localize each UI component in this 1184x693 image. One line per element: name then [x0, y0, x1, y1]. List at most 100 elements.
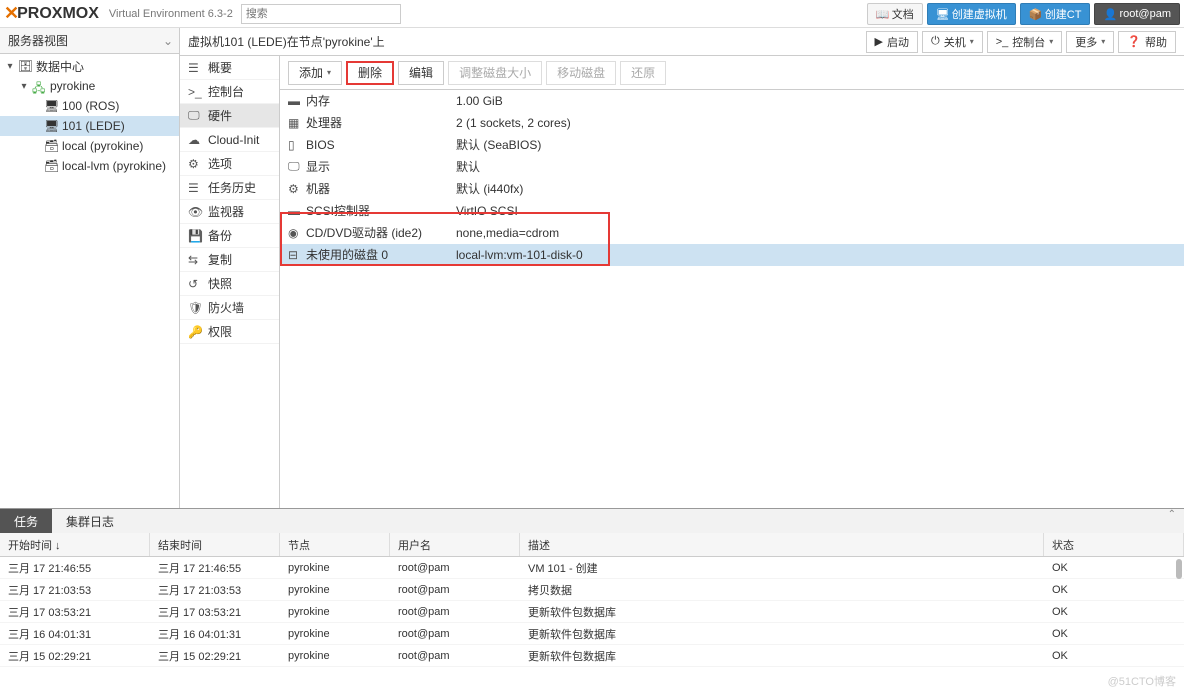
desktop-icon: 🖥 [936, 8, 948, 20]
hdd-icon: ⊟ [288, 248, 306, 262]
hw-row-memory[interactable]: ▬内存1.00 GiB [280, 90, 1184, 112]
log-row[interactable]: 三月 17 21:03:53三月 17 21:03:53pyrokineroot… [0, 579, 1184, 601]
vm-icon: 🖥 [44, 99, 58, 113]
tree-node-pyrokine[interactable]: ▾ 🖧 pyrokine [0, 76, 179, 96]
col-status[interactable]: 状态 [1044, 533, 1184, 556]
hw-row-unused-disk[interactable]: ⊟未使用的磁盘 0local-lvm:vm-101-disk-0 [280, 244, 1184, 266]
subtab-snapshots[interactable]: ↺快照 [180, 272, 279, 296]
logo-text: PROXMOX [17, 5, 99, 23]
chevron-down-icon: ▾ [327, 68, 331, 77]
log-row[interactable]: 三月 17 21:46:55三月 17 21:46:55pyrokineroot… [0, 557, 1184, 579]
shutdown-button[interactable]: ⏻关机▾ [922, 31, 983, 53]
search-input[interactable] [241, 4, 401, 24]
summary-icon: ☰ [188, 61, 202, 75]
hardware-toolbar: 添加▾ 删除 编辑 调整磁盘大小 移动磁盘 还原 [280, 56, 1184, 90]
doc-button[interactable]: 📖文档 [867, 3, 923, 25]
subtabs: ☰概要 >_控制台 🖵硬件 ☁Cloud-Init ⚙选项 ☰任务历史 👁监视器… [180, 56, 280, 508]
monitor-icon: 🖵 [188, 108, 202, 123]
create-ct-button[interactable]: 📦创建CT [1020, 3, 1091, 25]
create-vm-button[interactable]: 🖥创建虚拟机 [927, 3, 1016, 25]
eye-icon: 👁 [188, 205, 202, 219]
sidebar: 服务器视图 ⌄ ▾ 🗄 数据中心 ▾ 🖧 pyrokine 🖥 100 (ROS… [0, 28, 180, 508]
hardware-panel: 添加▾ 删除 编辑 调整磁盘大小 移动磁盘 还原 ▬内存1.00 GiB ▦处理… [280, 56, 1184, 508]
disc-icon: ◉ [288, 226, 306, 240]
hw-row-display[interactable]: 🖵显示默认 [280, 156, 1184, 178]
tree-vm-100[interactable]: 🖥 100 (ROS) [0, 96, 179, 116]
col-user[interactable]: 用户名 [390, 533, 520, 556]
log-row[interactable]: 三月 15 02:29:21三月 15 02:29:21pyrokineroot… [0, 645, 1184, 667]
chevron-down-icon: ⌄ [163, 34, 173, 48]
logo-icon: ✕ [4, 3, 17, 24]
hw-row-cdrom[interactable]: ◉CD/DVD驱动器 (ide2)none,media=cdrom [280, 222, 1184, 244]
tab-cluster-log[interactable]: 集群日志 [52, 509, 128, 533]
subtab-monitor[interactable]: 👁监视器 [180, 200, 279, 224]
content: 虚拟机101 (LEDE)在节点'pyrokine'上 ▶启动 ⏻关机▾ >_控… [180, 28, 1184, 508]
tree-vm-101[interactable]: 🖥 101 (LEDE) [0, 116, 179, 136]
hw-row-scsi[interactable]: ▬SCSI控制器VirtIO SCSI [280, 200, 1184, 222]
col-end[interactable]: 结束时间 [150, 533, 280, 556]
help-icon: ❓ [1127, 35, 1141, 48]
tree-datacenter[interactable]: ▾ 🗄 数据中心 [0, 56, 179, 76]
help-button[interactable]: ❓帮助 [1118, 31, 1176, 53]
resize-disk-button: 调整磁盘大小 [448, 61, 542, 85]
tree-storage-local[interactable]: 🗃 local (pyrokine) [0, 136, 179, 156]
subtab-console[interactable]: >_控制台 [180, 80, 279, 104]
hdd-icon: ▬ [288, 204, 306, 218]
resource-tree: ▾ 🗄 数据中心 ▾ 🖧 pyrokine 🖥 100 (ROS) 🖥 101 … [0, 54, 179, 508]
more-button[interactable]: 更多▾ [1066, 31, 1114, 53]
view-selector-label: 服务器视图 [8, 32, 68, 49]
collapse-up-icon[interactable]: ⌃ [1168, 509, 1176, 520]
log-row[interactable]: 三月 17 03:53:21三月 17 03:53:21pyrokineroot… [0, 601, 1184, 623]
log-header: 开始时间 ↓ 结束时间 节点 用户名 描述 状态 [0, 533, 1184, 557]
vm-icon: 🖥 [44, 119, 58, 133]
user-menu-button[interactable]: 👤root@pam [1094, 3, 1180, 25]
gear-icon: ⚙ [188, 157, 202, 171]
subtab-hardware[interactable]: 🖵硬件 [180, 104, 279, 128]
tab-tasks[interactable]: 任务 [0, 509, 52, 533]
chip-icon: ▯ [288, 138, 306, 152]
scrollbar-thumb[interactable] [1176, 559, 1182, 579]
content-body: ☰概要 >_控制台 🖵硬件 ☁Cloud-Init ⚙选项 ☰任务历史 👁监视器… [180, 56, 1184, 508]
terminal-icon: >_ [996, 36, 1009, 48]
collapse-icon[interactable]: ▾ [18, 80, 30, 92]
book-icon: 📖 [876, 8, 888, 20]
collapse-icon[interactable]: ▾ [4, 60, 16, 72]
key-icon: 🔑 [188, 325, 202, 339]
subtab-options[interactable]: ⚙选项 [180, 152, 279, 176]
subtab-replication[interactable]: ⇆复制 [180, 248, 279, 272]
subtab-permissions[interactable]: 🔑权限 [180, 320, 279, 344]
hw-row-bios[interactable]: ▯BIOS默认 (SeaBIOS) [280, 134, 1184, 156]
hw-row-cpu[interactable]: ▦处理器2 (1 sockets, 2 cores) [280, 112, 1184, 134]
console-button[interactable]: >_控制台▾ [987, 31, 1063, 53]
col-start[interactable]: 开始时间 ↓ [0, 533, 150, 556]
topbar: ✕ PROXMOX Virtual Environment 6.3-2 📖文档 … [0, 0, 1184, 28]
main: 服务器视图 ⌄ ▾ 🗄 数据中心 ▾ 🖧 pyrokine 🖥 100 (ROS… [0, 28, 1184, 508]
hw-row-machine[interactable]: ⚙机器默认 (i440fx) [280, 178, 1184, 200]
search-box [241, 4, 401, 24]
subtab-firewall[interactable]: 🛡防火墙 [180, 296, 279, 320]
tree-storage-locallvm[interactable]: 🗃 local-lvm (pyrokine) [0, 156, 179, 176]
col-node[interactable]: 节点 [280, 533, 390, 556]
remove-button[interactable]: 删除 [346, 61, 394, 85]
view-selector[interactable]: 服务器视图 ⌄ [0, 28, 179, 54]
sync-icon: ⇆ [188, 253, 202, 267]
hardware-grid: ▬内存1.00 GiB ▦处理器2 (1 sockets, 2 cores) ▯… [280, 90, 1184, 508]
shield-icon: 🛡 [188, 301, 202, 315]
ve-version-label: Virtual Environment 6.3-2 [109, 8, 233, 20]
start-button[interactable]: ▶启动 [866, 31, 918, 53]
watermark: @51CTO博客 [1108, 673, 1176, 689]
subtab-backup[interactable]: 💾备份 [180, 224, 279, 248]
play-icon: ▶ [875, 35, 883, 48]
terminal-icon: >_ [188, 85, 202, 99]
edit-button[interactable]: 编辑 [398, 61, 444, 85]
subtab-summary[interactable]: ☰概要 [180, 56, 279, 80]
log-row[interactable]: 三月 16 04:01:31三月 16 04:01:31pyrokineroot… [0, 623, 1184, 645]
storage-icon: 🗃 [44, 159, 58, 173]
history-icon: ↺ [188, 277, 202, 291]
subtab-taskhistory[interactable]: ☰任务历史 [180, 176, 279, 200]
storage-icon: 🗃 [44, 139, 58, 153]
add-button[interactable]: 添加▾ [288, 61, 342, 85]
subtab-cloudinit[interactable]: ☁Cloud-Init [180, 128, 279, 152]
col-desc[interactable]: 描述 [520, 533, 1044, 556]
chevron-down-icon: ▾ [1101, 37, 1105, 46]
